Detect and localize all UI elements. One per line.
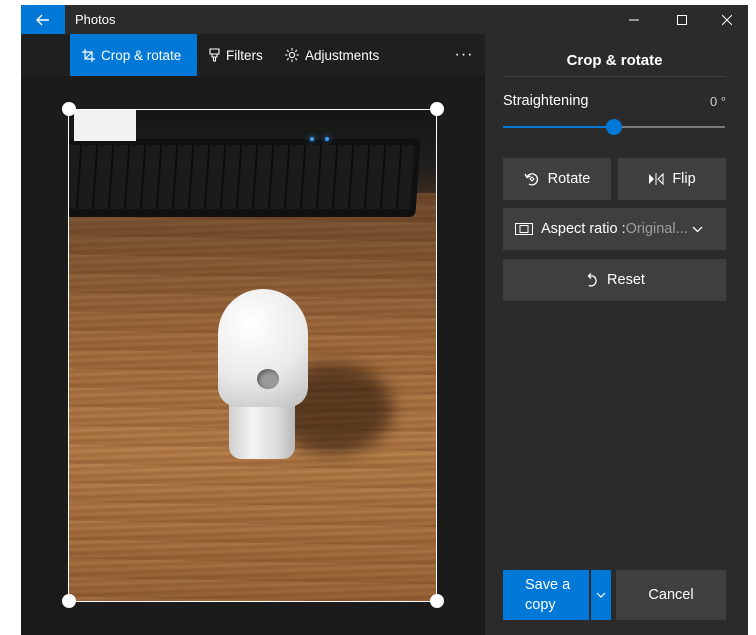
close-icon — [721, 14, 732, 25]
filter-icon — [209, 48, 220, 62]
straightening-label: Straightening — [503, 93, 589, 109]
save-copy-button[interactable]: Save a copy — [503, 570, 589, 620]
aspect-ratio-label: Aspect ratio : — [541, 221, 626, 237]
app-title: Photos — [75, 12, 116, 27]
crop-handle-bottom-left[interactable] — [62, 594, 76, 608]
cancel-button[interactable]: Cancel — [616, 570, 726, 620]
photo-canvas — [21, 76, 485, 635]
aspect-ratio-icon — [515, 223, 533, 235]
aspect-ratio-dropdown[interactable]: Aspect ratio : Original... — [503, 208, 726, 250]
straightening-value: 0 ° — [709, 94, 726, 109]
rotate-icon — [524, 173, 538, 186]
tab-adjustments-label: Adjustments — [305, 47, 380, 63]
more-options-button[interactable]: ··· — [449, 34, 479, 76]
straightening-slider[interactable] — [503, 119, 725, 135]
flip-label: Flip — [672, 171, 696, 187]
save-options-button[interactable] — [591, 570, 611, 620]
back-button[interactable] — [21, 5, 65, 34]
crop-icon — [82, 48, 95, 62]
title-bar: Photos — [21, 5, 748, 34]
minimize-button[interactable] — [611, 5, 656, 34]
chevron-down-icon — [692, 226, 703, 232]
tab-crop-rotate-label: Crop & rotate — [101, 47, 182, 63]
slider-fill — [503, 126, 614, 128]
edit-toolbar: Crop & rotate Filters Adjustments ··· — [21, 34, 485, 76]
tab-filters[interactable]: Filters — [209, 34, 263, 76]
crop-handle-top-left[interactable] — [62, 102, 76, 116]
rotate-button[interactable]: Rotate — [503, 158, 611, 200]
slider-thumb[interactable] — [606, 119, 622, 135]
minimize-icon — [628, 19, 639, 20]
tab-crop-rotate[interactable]: Crop & rotate — [70, 34, 197, 76]
undo-icon — [587, 272, 597, 287]
tab-filters-label: Filters — [226, 47, 263, 63]
aspect-ratio-value: Original... — [625, 221, 688, 237]
crop-handle-bottom-right[interactable] — [430, 594, 444, 608]
photos-window: Photos Crop & rotate Filters Adjustments… — [21, 5, 748, 635]
close-button[interactable] — [704, 5, 748, 34]
crop-rotate-panel: Crop & rotate Straightening 0 ° Rotate F… — [485, 34, 748, 635]
flip-icon — [649, 173, 664, 185]
tab-adjustments[interactable]: Adjustments — [285, 34, 379, 76]
maximize-button[interactable] — [659, 5, 704, 34]
flip-button[interactable]: Flip — [618, 158, 726, 200]
crop-frame[interactable] — [68, 109, 437, 602]
save-label-line1: Save a — [525, 577, 571, 593]
maximize-icon — [676, 14, 687, 25]
save-label-line2: copy — [525, 597, 556, 613]
crop-handle-top-right[interactable] — [430, 102, 444, 116]
reset-button[interactable]: Reset — [503, 259, 726, 301]
reset-label: Reset — [607, 272, 645, 288]
chevron-down-icon — [596, 592, 606, 598]
brightness-icon — [285, 48, 299, 62]
panel-title: Crop & rotate — [503, 44, 726, 77]
arrow-left-icon — [36, 14, 49, 25]
rotate-label: Rotate — [547, 171, 591, 187]
